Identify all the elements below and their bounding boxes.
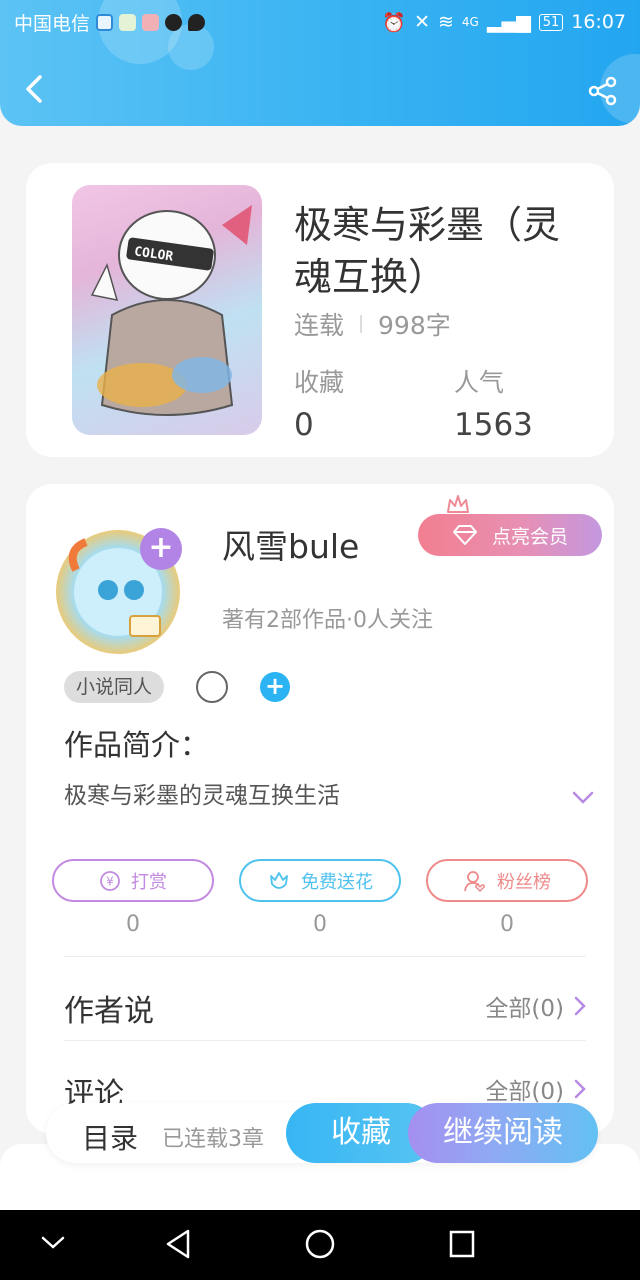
wechat-app-icon (119, 13, 137, 31)
recents-nav-icon[interactable] (448, 1229, 476, 1259)
fan-count: 0 (500, 912, 514, 937)
vip-button[interactable]: 点亮会员 (418, 514, 602, 556)
send-flower-button[interactable]: 免费送花 (239, 859, 401, 902)
system-nav-bar (0, 1210, 640, 1280)
author-name[interactable]: 风雪bule (222, 520, 359, 568)
shield-app-icon (96, 13, 114, 31)
header: 中国电信 ⏰ ✕ ≋ 4G ▂▄▆ 51 16:07 (0, 0, 640, 126)
fan-user-icon (464, 870, 485, 892)
divider (64, 1040, 586, 1041)
vip-button-label: 点亮会员 (491, 525, 568, 548)
hide-keyboard-icon[interactable] (40, 1234, 66, 1252)
author-says-all-link[interactable]: 全部(0) (485, 989, 586, 1023)
game-app-icon (142, 13, 160, 31)
message-icon (188, 13, 206, 31)
back-arrow-icon[interactable] (20, 74, 50, 104)
collect-value: 0 (294, 407, 314, 443)
intro-text: 极寒与彩墨的灵魂互换生活 (64, 783, 340, 809)
home-nav-icon[interactable] (304, 1228, 336, 1260)
battery-icon: 51 (538, 13, 564, 31)
empty-tag-circle[interactable] (196, 671, 228, 703)
chapter-count-label: 已连载3章 (162, 1127, 264, 1152)
expand-chevron-icon[interactable] (572, 791, 594, 805)
category-tag[interactable]: 小说同人 (64, 671, 165, 703)
add-tag-button[interactable]: + (260, 672, 290, 702)
bottom-action-bar: 目录 已连载3章 收藏 继续阅读 (46, 1103, 598, 1163)
author-works-info: 著有2部作品·0人关注 (222, 608, 433, 633)
mute-icon: ✕ (414, 11, 430, 33)
author-says-all-text: 全部(0) (485, 996, 564, 1022)
svg-text:¥: ¥ (106, 874, 114, 888)
collect-label: 收藏 (294, 368, 345, 397)
flower-icon (270, 871, 288, 889)
book-meta: 连载 998字 (294, 306, 451, 342)
intro-heading: 作品简介： (64, 728, 210, 762)
meta-separator (360, 315, 363, 333)
book-cover-image[interactable]: COLOR (72, 185, 262, 435)
crown-icon (447, 495, 469, 516)
send-flower-label: 免费送花 (301, 871, 373, 893)
divider (64, 956, 586, 957)
wifi-icon: ≋ (437, 11, 454, 33)
cover-illustration (90, 205, 252, 416)
follow-author-button[interactable]: + (140, 528, 182, 570)
fan-ranking-label: 粉丝榜 (497, 871, 551, 893)
continue-reading-button[interactable]: 继续阅读 (408, 1103, 598, 1163)
back-nav-icon[interactable] (164, 1228, 192, 1260)
flower-count: 0 (313, 912, 327, 937)
book-status: 连载 (294, 311, 345, 340)
author-says-label: 作者说 (64, 994, 154, 1029)
yen-icon: ¥ (100, 870, 120, 891)
chevron-right-icon (574, 996, 586, 1016)
reward-button[interactable]: ¥ 打赏 (52, 859, 214, 902)
alarm-icon: ⏰ (382, 11, 407, 34)
diamond-icon (452, 525, 477, 545)
carrier-label: 中国电信 (14, 12, 91, 35)
reward-label: 打赏 (131, 871, 167, 893)
author-card: + 风雪bule 点亮会员 著有2部作品·0人关注 小说同人 + 作品简介： 极… (26, 484, 614, 1134)
book-info-card: COLOR 极寒与彩墨（灵魂互换） 连载 998字 收藏 0 人气 1563 (26, 163, 614, 457)
share-icon[interactable] (588, 76, 618, 106)
book-word-count: 998字 (378, 311, 451, 340)
book-title: 极寒与彩墨（灵魂互换） (294, 203, 561, 299)
status-bar: 中国电信 ⏰ ✕ ≋ 4G ▂▄▆ 51 16:07 (14, 8, 626, 36)
reward-count: 0 (126, 912, 140, 937)
popularity-value: 1563 (454, 407, 533, 443)
time-label: 16:07 (571, 11, 626, 33)
chevron-right-icon (574, 1079, 586, 1099)
popularity-label: 人气 (454, 368, 505, 397)
comments-all-text: 全部(0) (485, 1079, 564, 1105)
panda-app-icon (165, 13, 183, 31)
comments-all-link[interactable]: 全部(0) (485, 1072, 586, 1106)
fan-ranking-button[interactable]: 粉丝榜 (426, 859, 588, 902)
signal-icon: ▂▄▆ (486, 11, 531, 33)
network-type-label: 4G (461, 15, 479, 29)
toc-button[interactable]: 目录 (82, 1117, 138, 1157)
